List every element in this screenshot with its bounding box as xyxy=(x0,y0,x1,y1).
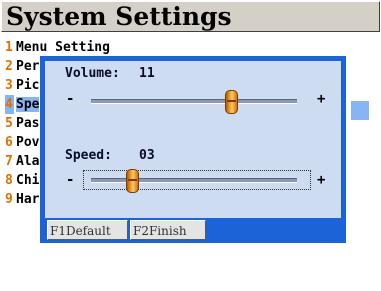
volume-value: 11 xyxy=(139,66,155,81)
finish-button[interactable]: F2Finish xyxy=(130,220,206,240)
sound-settings-dialog: Volume: 11 - + Speed: 03 - + F1Default F… xyxy=(40,56,346,243)
volume-slider-track[interactable] xyxy=(91,99,297,104)
menu-item-number: 4 xyxy=(5,95,14,114)
menu-item-number: 3 xyxy=(5,78,13,93)
speed-slider-track[interactable] xyxy=(91,178,297,183)
menu-item-number: 6 xyxy=(5,135,13,150)
title-bar: System Settings xyxy=(1,1,380,32)
menu-item-1[interactable]: 1 Menu Setting xyxy=(5,38,375,57)
menu-item-label: Menu Setting xyxy=(16,40,110,55)
dialog-content: Volume: 11 - + Speed: 03 - + xyxy=(45,61,341,218)
menu-item-label: Pas xyxy=(16,116,40,131)
menu-item-label: Chi xyxy=(16,173,40,188)
speed-label: Speed: xyxy=(65,148,112,163)
menu-item-number: 5 xyxy=(5,116,13,131)
menu-item-label: Ala xyxy=(16,154,40,169)
speed-increase[interactable]: + xyxy=(317,172,325,188)
volume-slider-thumb[interactable] xyxy=(224,90,238,114)
menu-item-label: Har xyxy=(16,192,40,207)
speed-decrease[interactable]: - xyxy=(66,172,74,188)
menu-item-number: 7 xyxy=(5,154,13,169)
volume-increase[interactable]: + xyxy=(317,91,325,107)
volume-decrease[interactable]: - xyxy=(66,91,74,107)
menu-item-label: Pov xyxy=(16,135,40,150)
menu-item-number: 8 xyxy=(5,173,13,188)
menu-item-label: Per xyxy=(16,59,40,74)
menu-item-label: Spe xyxy=(16,97,40,112)
menu-item-number: 1 xyxy=(5,40,13,55)
page-title: System Settings xyxy=(6,2,232,31)
menu-item-label: Pic xyxy=(16,78,40,93)
default-button[interactable]: F1Default xyxy=(47,220,128,240)
speed-slider-thumb[interactable] xyxy=(125,169,139,193)
menu-item-number: 2 xyxy=(5,59,13,74)
menu-item-number: 9 xyxy=(5,192,13,207)
volume-label: Volume: xyxy=(65,66,120,81)
speed-value: 03 xyxy=(139,148,155,163)
